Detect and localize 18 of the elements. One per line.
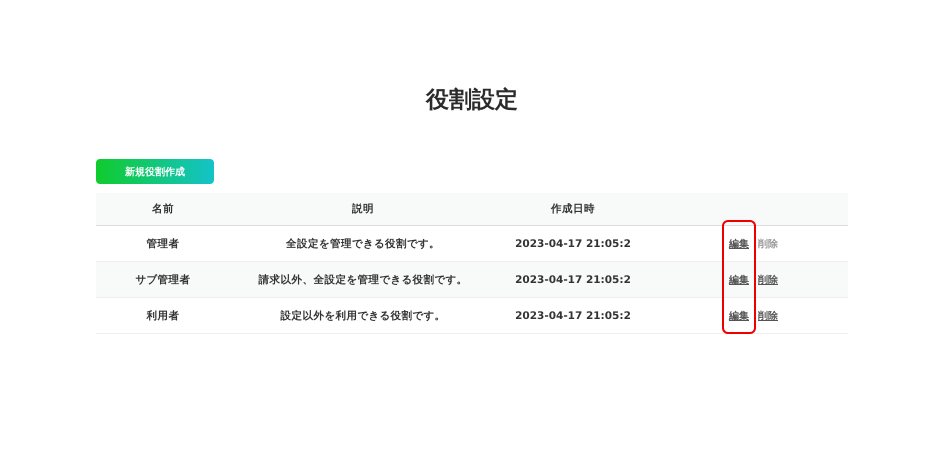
delete-link[interactable]: 削除 [758,308,778,322]
page-title: 役割設定 [426,86,518,115]
table-cell: 設定以外を利用できる役割です。 [280,308,446,322]
table-cell: 全設定を管理できる役割です。 [286,236,440,250]
delete-link[interactable]: 削除 [758,272,778,286]
column-header: 名前 [152,202,174,216]
table-cell: 請求以外、全設定を管理できる役割です。 [258,272,468,286]
edit-link[interactable]: 編集 [729,308,749,322]
edit-link[interactable]: 編集 [729,272,749,286]
table-cell: サブ管理者 [136,272,190,286]
edit-link[interactable]: 編集 [729,236,749,250]
table-cell: 管理者 [146,236,180,250]
table-cell: 利用者 [146,308,180,322]
table-cell: 2023-04-17 21:05:2 [515,238,631,250]
table-cell: 2023-04-17 21:05:2 [515,274,631,286]
column-header: 作成日時 [551,202,595,216]
table-cell: 2023-04-17 21:05:2 [515,310,631,322]
column-header: 説明 [352,202,374,216]
